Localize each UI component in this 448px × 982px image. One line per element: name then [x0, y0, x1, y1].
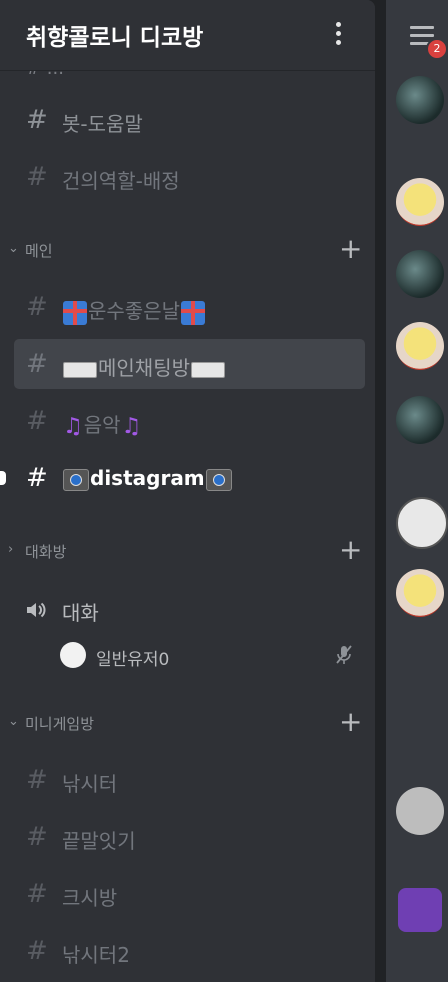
chat-peek-panel: 2: [386, 0, 448, 982]
channel-word-chain[interactable]: # 끝말잇기: [14, 812, 365, 862]
category-label: 메인: [25, 242, 53, 260]
chevron-right-icon: ›: [8, 542, 14, 557]
avatar[interactable]: [398, 888, 442, 932]
channel-label: 메인채팅방: [98, 356, 190, 380]
channel-fishing-2[interactable]: # 낚시터2: [14, 926, 365, 976]
add-channel-icon[interactable]: +: [339, 232, 362, 265]
hash-icon: #: [26, 406, 48, 436]
keyboard-icon: [191, 361, 225, 378]
music-note-icon: ♫: [63, 414, 83, 439]
gift-icon: [181, 300, 205, 325]
hash-icon: #: [26, 463, 48, 493]
channel-lucky-day[interactable]: # 운수좋은날: [14, 282, 365, 332]
channel-label: 낚시터2: [62, 943, 130, 967]
server-header[interactable]: 취향콜로니 디코방: [0, 0, 375, 71]
voice-channel[interactable]: 대화: [14, 587, 365, 633]
channel-label: 운수좋은날: [88, 299, 180, 323]
category-label: 대화방: [25, 543, 67, 561]
channel-main-chat[interactable]: # 메인채팅방: [14, 339, 365, 389]
channel-label: 끝말잇기: [62, 829, 136, 853]
hash-icon: #: [26, 162, 48, 192]
channel-label: 음악: [83, 413, 121, 437]
channel-label: 낚시터: [62, 772, 118, 796]
avatar[interactable]: [396, 178, 444, 226]
hash-icon: #: [26, 349, 48, 379]
server-name[interactable]: 취향콜로니 디코방: [26, 18, 203, 52]
category-label: 미니게임방: [25, 715, 95, 733]
camera-icon: [205, 468, 232, 491]
category-main[interactable]: ⌄ 메인 +: [8, 232, 362, 265]
avatar[interactable]: [396, 76, 444, 124]
channel-fishing[interactable]: # 낚시터: [14, 755, 365, 805]
avatar[interactable]: [396, 322, 444, 370]
channel-suggestion-role[interactable]: # 건의역할-배정: [14, 152, 365, 202]
speaker-icon: [27, 602, 46, 618]
channel-label: 봇-도움말: [62, 112, 143, 136]
avatar[interactable]: [396, 569, 444, 617]
unread-indicator: [0, 471, 6, 485]
more-vertical-icon[interactable]: [330, 22, 346, 48]
chevron-down-icon: ⌄: [8, 714, 19, 729]
channel-kshi[interactable]: # 크시방: [14, 869, 365, 919]
add-channel-icon[interactable]: +: [339, 705, 362, 738]
voice-user[interactable]: 일반유저0: [60, 640, 360, 672]
mic-muted-icon: [336, 645, 352, 664]
category-minigame[interactable]: ⌄ 미니게임방 +: [8, 705, 362, 738]
channel-label: 크시방: [62, 886, 118, 910]
avatar: [60, 642, 86, 668]
add-channel-icon[interactable]: +: [339, 533, 362, 566]
avatar[interactable]: [396, 250, 444, 298]
hash-icon: #: [26, 105, 48, 135]
keyboard-icon: [63, 361, 97, 378]
channel-distagram[interactable]: # distagram: [14, 453, 365, 503]
notification-badge: 2: [426, 38, 448, 60]
hash-icon: #: [26, 765, 48, 795]
voice-channel-label: 대화: [62, 601, 99, 625]
camera-icon: [63, 468, 89, 491]
avatar[interactable]: [396, 396, 444, 444]
chevron-down-icon: ⌄: [8, 241, 19, 256]
hash-icon: #: [26, 879, 48, 909]
channel-bot-help[interactable]: # 봇-도움말: [14, 95, 365, 145]
channel-label: 건의역할-배정: [62, 169, 180, 193]
channel-sidebar: 취향콜로니 디코방 # ... # 봇-도움말 # 건의역할-배정 ⌄ 메인 +…: [0, 0, 375, 982]
voice-user-name: 일반유저0: [96, 650, 170, 670]
category-chat-room[interactable]: › 대화방 +: [8, 533, 362, 566]
hash-icon: #: [26, 936, 48, 966]
avatar[interactable]: [396, 787, 444, 835]
avatar[interactable]: [396, 497, 448, 549]
channel-music[interactable]: # ♫음악♫: [14, 396, 365, 446]
music-note-icon: ♫: [121, 414, 142, 439]
hash-icon: #: [26, 822, 48, 852]
gift-icon: [63, 300, 87, 325]
hash-icon: #: [26, 292, 48, 322]
channel-label: distagram: [90, 466, 205, 490]
